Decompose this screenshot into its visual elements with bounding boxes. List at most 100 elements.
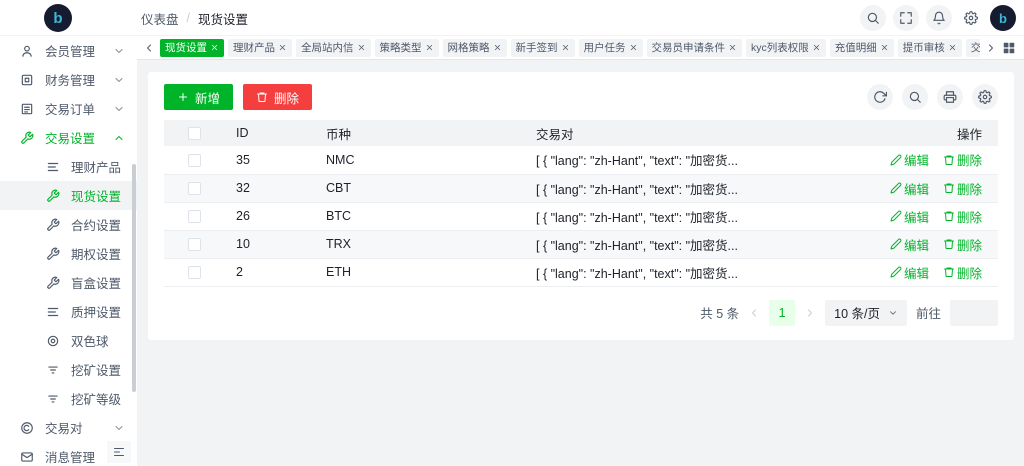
sidebar-item-6[interactable]: 合约设置 xyxy=(0,210,137,239)
sidebar-item-4[interactable]: 理财产品 xyxy=(0,152,137,181)
tab-1[interactable]: 理财产品 xyxy=(228,39,292,57)
sidebar-item-5[interactable]: 现货设置 xyxy=(0,181,137,210)
cell-checkbox xyxy=(164,230,228,258)
row-checkbox[interactable] xyxy=(188,154,201,167)
avatar-letter: b xyxy=(999,11,1007,26)
sidebar-item-7[interactable]: 期权设置 xyxy=(0,239,137,268)
app-header: b 仪表盘 / 现货设置 b xyxy=(0,0,1024,36)
cell-id: 2 xyxy=(228,258,318,286)
tab-2[interactable]: 全局站内信 xyxy=(296,39,371,57)
notification-button[interactable] xyxy=(926,5,952,31)
table-row: 35NMC[ { "lang": "zh-Hant", "text": "加密货… xyxy=(164,146,998,174)
close-icon[interactable] xyxy=(561,43,570,52)
search-button[interactable] xyxy=(860,5,886,31)
tab-label: 策略类型 xyxy=(380,40,422,55)
fullscreen-button[interactable] xyxy=(893,5,919,31)
next-page-button[interactable] xyxy=(804,307,816,319)
orders-icon xyxy=(20,102,34,116)
goto-page-input[interactable] xyxy=(950,300,998,326)
copyright-icon xyxy=(20,421,34,435)
cell-pair: [ { "lang": "zh-Hant", "text": "加密货... xyxy=(528,230,848,258)
row-checkbox[interactable] xyxy=(188,266,201,279)
close-icon[interactable] xyxy=(493,43,502,52)
page-size-select[interactable]: 10 条/页 xyxy=(825,300,907,326)
tab-11[interactable]: 交易流水 xyxy=(966,39,980,57)
row-checkbox[interactable] xyxy=(188,210,201,223)
close-icon[interactable] xyxy=(629,43,638,52)
app-logo: b xyxy=(44,4,72,32)
close-icon[interactable] xyxy=(812,43,821,52)
user-icon xyxy=(20,44,34,58)
tab-10[interactable]: 提币审核 xyxy=(898,39,962,57)
avatar[interactable]: b xyxy=(990,5,1016,31)
edit-button[interactable]: 编辑 xyxy=(890,179,929,198)
prev-page-button[interactable] xyxy=(748,307,760,319)
tab-6[interactable]: 用户任务 xyxy=(579,39,643,57)
sidebar-item-13[interactable]: 交易对 xyxy=(0,413,137,442)
tab-9[interactable]: 充值明细 xyxy=(830,39,894,57)
close-icon[interactable] xyxy=(425,43,434,52)
sidebar-item-3[interactable]: 交易设置 xyxy=(0,123,137,152)
row-delete-button[interactable]: 删除 xyxy=(943,207,982,226)
cell-checkbox xyxy=(164,174,228,202)
cell-coin: TRX xyxy=(318,230,528,258)
sidebar-scrollbar[interactable] xyxy=(132,164,136,392)
tab-5[interactable]: 新手签到 xyxy=(511,39,575,57)
tabs-scroll-left-button[interactable] xyxy=(143,42,155,54)
sidebar-item-9[interactable]: 质押设置 xyxy=(0,297,137,326)
tabs-scroll-right-button[interactable] xyxy=(985,42,997,54)
refresh-button[interactable] xyxy=(867,84,893,110)
edit-button[interactable]: 编辑 xyxy=(890,235,929,254)
row-delete-button[interactable]: 删除 xyxy=(943,263,982,282)
sidebar-item-12[interactable]: 挖矿等级 xyxy=(0,384,137,413)
tab-7[interactable]: 交易员申请条件 xyxy=(647,39,743,57)
sidebar-item-0[interactable]: 会员管理 xyxy=(0,36,137,65)
select-all-checkbox[interactable] xyxy=(188,127,201,140)
sidebar-item-8[interactable]: 盲盒设置 xyxy=(0,268,137,297)
row-checkbox[interactable] xyxy=(188,238,201,251)
tab-label: 现货设置 xyxy=(165,40,207,55)
close-icon[interactable] xyxy=(357,43,366,52)
tab-4[interactable]: 网格策略 xyxy=(443,39,507,57)
cell-pair: [ { "lang": "zh-Hant", "text": "加密货... xyxy=(528,146,848,174)
edit-button[interactable]: 编辑 xyxy=(890,150,929,169)
settings-button[interactable] xyxy=(959,6,983,30)
breadcrumb-item-dashboard[interactable]: 仪表盘 xyxy=(141,9,179,28)
add-button[interactable]: 新增 xyxy=(164,84,233,110)
sidebar-item-10[interactable]: 双色球 xyxy=(0,326,137,355)
filter-icon xyxy=(46,363,60,377)
row-delete-button[interactable]: 删除 xyxy=(943,179,982,198)
close-icon[interactable] xyxy=(880,43,889,52)
page-number[interactable]: 1 xyxy=(769,300,795,326)
row-delete-button[interactable]: 删除 xyxy=(943,235,982,254)
delete-button[interactable]: 删除 xyxy=(243,84,312,110)
tab-3[interactable]: 策略类型 xyxy=(375,39,439,57)
sidebar-item-label: 现货设置 xyxy=(71,186,121,205)
sidebar-item-11[interactable]: 挖矿设置 xyxy=(0,355,137,384)
sidebar-item-1[interactable]: 财务管理 xyxy=(0,65,137,94)
sidebar: 会员管理财务管理交易订单交易设置理财产品现货设置合约设置期权设置盲盒设置质押设置… xyxy=(0,36,137,466)
tab-0[interactable]: 现货设置 xyxy=(160,39,224,57)
collapse-menu-button[interactable] xyxy=(107,441,131,463)
row-delete-button[interactable]: 删除 xyxy=(943,150,982,169)
close-icon[interactable] xyxy=(948,43,957,52)
print-button[interactable] xyxy=(937,84,963,110)
edit-label: 编辑 xyxy=(904,235,929,254)
tab-8[interactable]: kyc列表权限 xyxy=(746,39,826,57)
cell-coin: NMC xyxy=(318,146,528,174)
table-search-button[interactable] xyxy=(902,84,928,110)
table-settings-button[interactable] xyxy=(972,84,998,110)
sidebar-item-2[interactable]: 交易订单 xyxy=(0,94,137,123)
close-icon[interactable] xyxy=(210,43,219,52)
trash-icon xyxy=(943,182,955,194)
edit-button[interactable]: 编辑 xyxy=(890,207,929,226)
logo-letter: b xyxy=(53,10,62,27)
bell-icon xyxy=(932,11,946,25)
edit-button[interactable]: 编辑 xyxy=(890,263,929,282)
close-icon[interactable] xyxy=(728,43,737,52)
menu-fold-icon xyxy=(113,446,125,458)
row-checkbox[interactable] xyxy=(188,182,201,195)
tab-label: 充值明细 xyxy=(835,40,877,55)
tab-options-grid-button[interactable] xyxy=(1002,41,1016,55)
close-icon[interactable] xyxy=(278,43,287,52)
